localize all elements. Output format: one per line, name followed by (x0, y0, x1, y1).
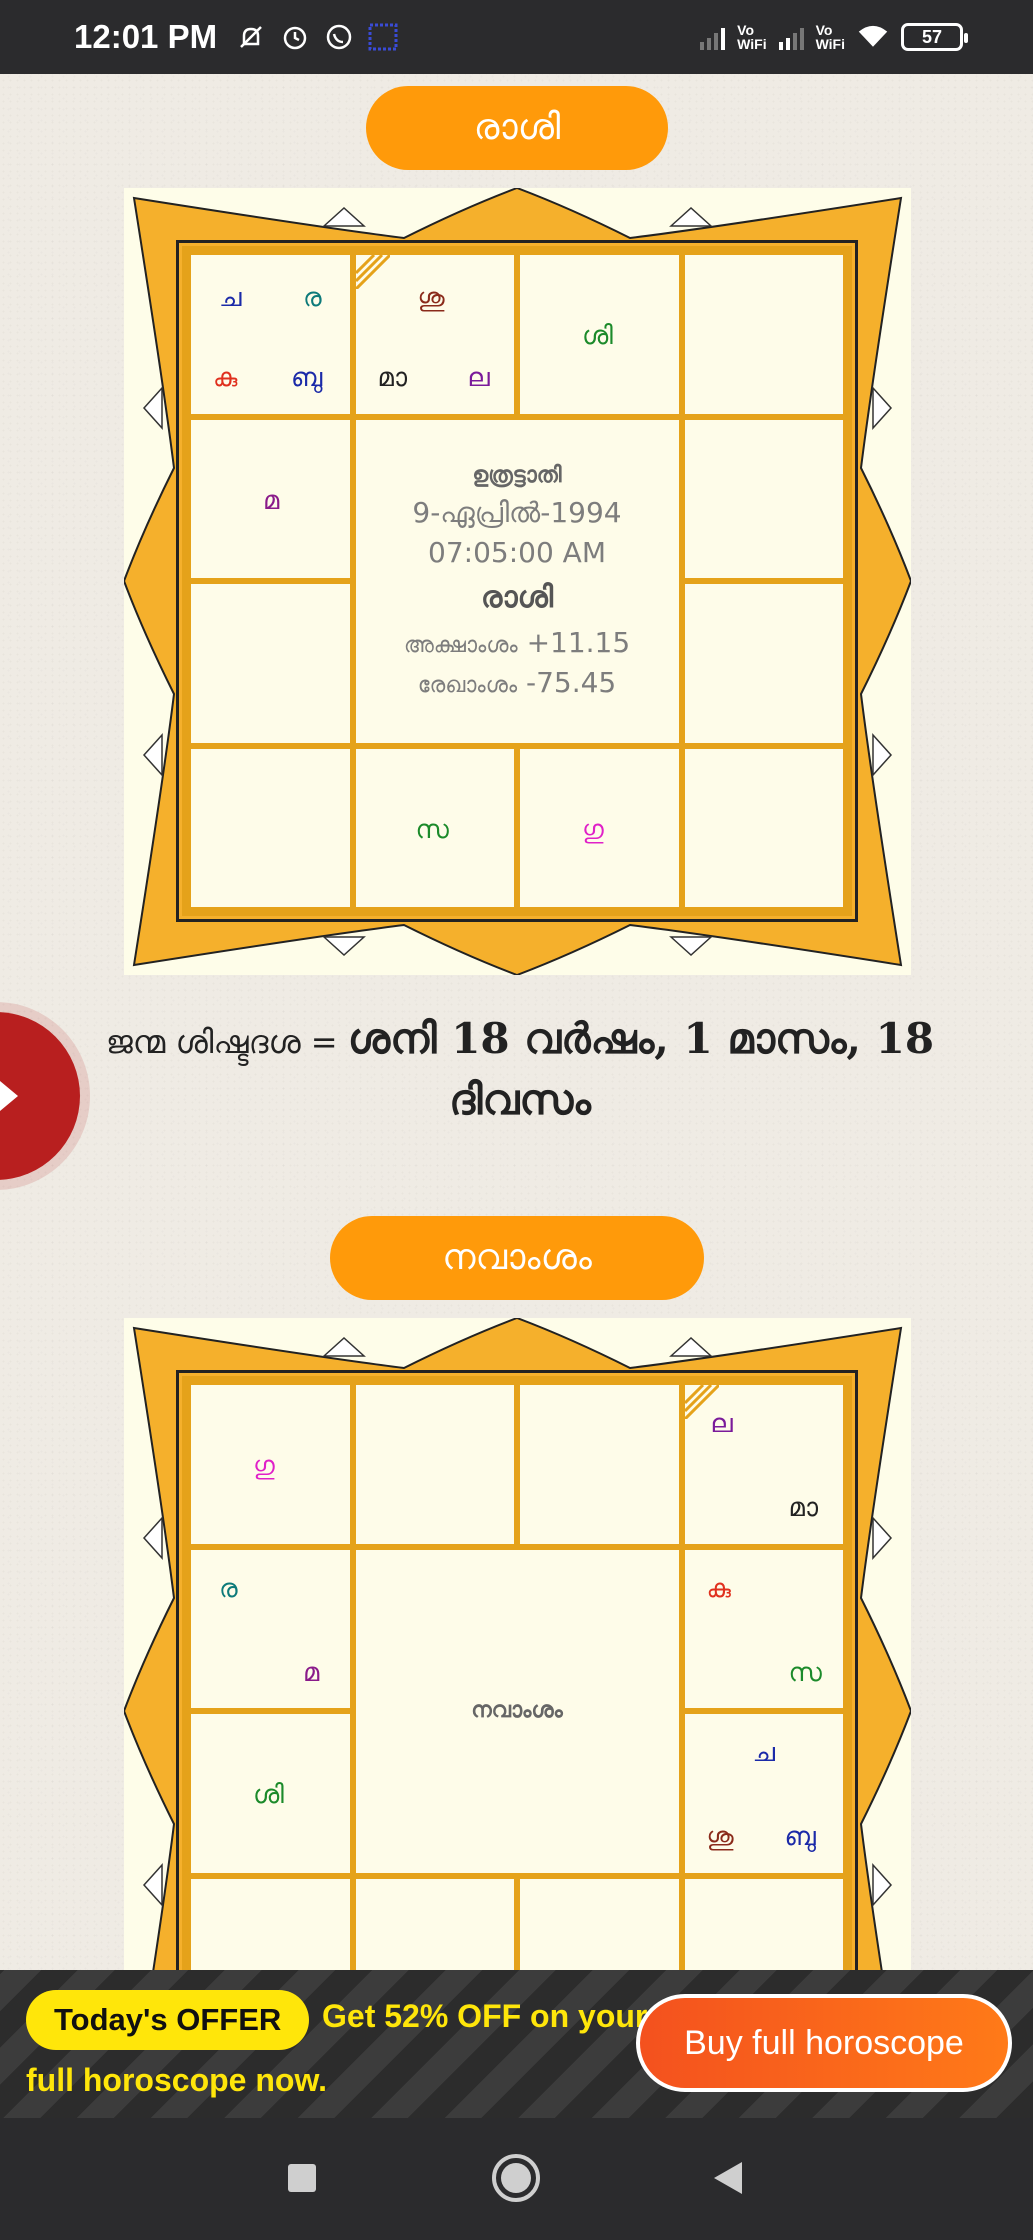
navamsha-title: നവാംശം (330, 1216, 704, 1300)
planet-mandi: മാ (788, 1493, 818, 1523)
navamsha-house-3 (517, 1382, 682, 1547)
planet-jupiter: ഗു (253, 1451, 275, 1481)
gallery-icon (367, 21, 399, 53)
rashi-house-5 (681, 416, 846, 581)
signal-icon (700, 24, 726, 50)
rashi-chart: ച ര കു ബു ശു മാ ല ശി മ ഉത്രട്ടാതി 9-ഏപ്ര… (124, 188, 911, 975)
planet-rahu: ര (219, 1573, 238, 1604)
planet-venus: ശു (417, 283, 445, 313)
offer-text-line1: Get 52% OFF on your (322, 1998, 648, 2034)
play-arrow-icon (0, 1081, 18, 1111)
clock: 12:01 PM (74, 18, 218, 55)
longitude-value: -75.45 (525, 666, 617, 699)
recents-square-icon (288, 2164, 316, 2192)
navamsha-house-6: ച ശു ബു (681, 1711, 846, 1876)
offer-badge: Today's OFFER (26, 1990, 310, 2050)
rashi-house-12: മ (188, 416, 353, 581)
rashi-house-10 (188, 745, 353, 910)
planet-lagna: ല (467, 363, 490, 393)
wifi-icon (857, 21, 889, 53)
whatsapp-icon (323, 21, 355, 53)
longitude: രേഖാംശം -75.45 (418, 663, 616, 703)
center-chart-name: നവാംശം (471, 1698, 563, 1723)
navamsha-house-12: ര മ (188, 1546, 353, 1711)
side-drawer-tab[interactable] (0, 1012, 80, 1180)
battery-icon: 57 (901, 23, 968, 51)
planet-venus: ശു (706, 1822, 734, 1852)
offer-text-line2: full horoscope now. (26, 2062, 328, 2098)
rashi-house-7 (681, 745, 846, 910)
rashi-house-2: ശു മാ ല (352, 252, 517, 417)
back-button[interactable] (698, 2148, 758, 2208)
dasha-value: ശനി 18 വര്‍ഷം, 1 മാസം, 18 ദിവസം (347, 1014, 935, 1124)
buy-full-horoscope-button[interactable]: Buy full horoscope (636, 1994, 1012, 2092)
planet-mandi: മാ (377, 363, 407, 393)
planet-moon: ച (752, 1738, 776, 1768)
navamsha-grid: ഗു ല മാ ര മ നവാംശം കു സ ശി ച ശു ബു (182, 1376, 852, 2046)
longitude-label: രേഖാംശം (417, 673, 518, 698)
navamsha-house-4: ല മാ (681, 1382, 846, 1547)
planet-moon: ച (219, 283, 242, 313)
planet-mars: കു (706, 1573, 731, 1604)
rashi-house-8: ഗു (517, 745, 682, 910)
planet-mercury: ബു (784, 1822, 816, 1852)
planet-lagna: ല (710, 1409, 733, 1439)
planet-mercury: ബു (291, 363, 323, 393)
planet-rahu: ര (303, 283, 322, 313)
planet-saturn: ശി (582, 321, 613, 351)
planet-jupiter: ഗു (582, 814, 604, 845)
birth-dasha-balance: ജന്മ ശിഷ്ടദശ = ശനി 18 വര്‍ഷം, 1 മാസം, 18… (80, 1010, 960, 1129)
mute-bell-icon (235, 21, 267, 53)
rashi-house-6 (681, 581, 846, 746)
status-bar: 12:01 PM Vo WiFi Vo WiFi 57 (0, 0, 1033, 74)
rashi-house-9: സ (352, 745, 517, 910)
planet-ketu: മ (263, 485, 280, 516)
navamsha-house-5: കു സ (681, 1546, 846, 1711)
navamsha-center: നവാംശം (352, 1546, 682, 1876)
planet-ketu: മ (303, 1657, 320, 1688)
latitude-value: +11.15 (526, 626, 631, 659)
rashi-house-4 (681, 252, 846, 417)
vowifi-label: Vo WiFi (815, 22, 845, 52)
latitude: അക്ഷാംശം +11.15 (404, 623, 630, 663)
vowifi-label: Vo WiFi (737, 22, 767, 52)
recents-button[interactable] (272, 2148, 332, 2208)
back-triangle-icon (714, 2162, 742, 2194)
rashi-house-1: ച ര കു ബു (188, 252, 353, 417)
system-icons: Vo WiFi Vo WiFi 57 (700, 21, 968, 53)
notification-icons (235, 21, 399, 53)
latitude-label: അക്ഷാംശം (403, 633, 518, 658)
navamsha-house-1: ഗു (188, 1382, 353, 1547)
lagna-marker (355, 255, 390, 289)
birth-date: 9-ഏപ്രിൽ-1994 (412, 496, 622, 529)
navamsha-house-11: ശി (188, 1711, 353, 1876)
center-chart-name: രാശി (480, 580, 554, 615)
planet-sun: സ (415, 814, 449, 845)
system-nav-bar (0, 2118, 1033, 2240)
planet-sun: സ (788, 1657, 822, 1688)
rashi-title: രാശി (366, 86, 668, 170)
nakshatra: ഉത്രട്ടാതി (472, 463, 562, 488)
birth-time: 07:05:00 AM (428, 536, 606, 569)
offer-banner[interactable]: Today's OFFER Get 52% OFF on your full h… (0, 1970, 1033, 2118)
home-circle-icon (492, 2154, 540, 2202)
home-button[interactable] (486, 2148, 546, 2208)
dasha-label: ജന്മ ശിഷ്ടദശ = (105, 1023, 348, 1061)
planet-mars: കു (213, 363, 238, 393)
alarm-icon (279, 21, 311, 53)
rashi-center-info: ഉത്രട്ടാതി 9-ഏപ്രിൽ-1994 07:05:00 AM രാശ… (352, 416, 682, 746)
signal-icon (778, 24, 804, 50)
rashi-house-3: ശി (517, 252, 682, 417)
rashi-grid: ച ര കു ബു ശു മാ ല ശി മ ഉത്രട്ടാതി 9-ഏപ്ര… (182, 246, 852, 916)
planet-saturn: ശി (253, 1780, 284, 1810)
rashi-house-11 (188, 581, 353, 746)
navamsha-house-2 (352, 1382, 517, 1547)
